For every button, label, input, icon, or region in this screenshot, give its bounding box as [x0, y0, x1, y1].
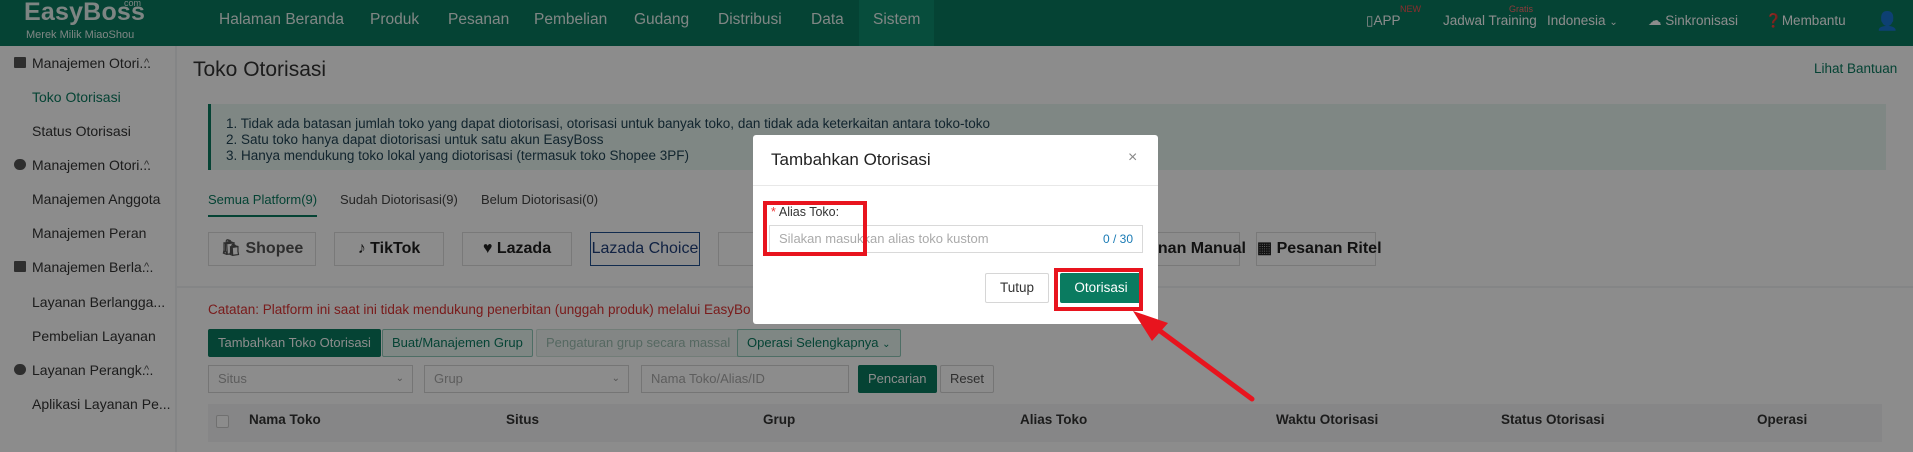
arrow-shaft — [1149, 322, 1255, 402]
annotation-arrow — [1133, 311, 1255, 402]
arrow-head-icon — [1133, 311, 1168, 341]
